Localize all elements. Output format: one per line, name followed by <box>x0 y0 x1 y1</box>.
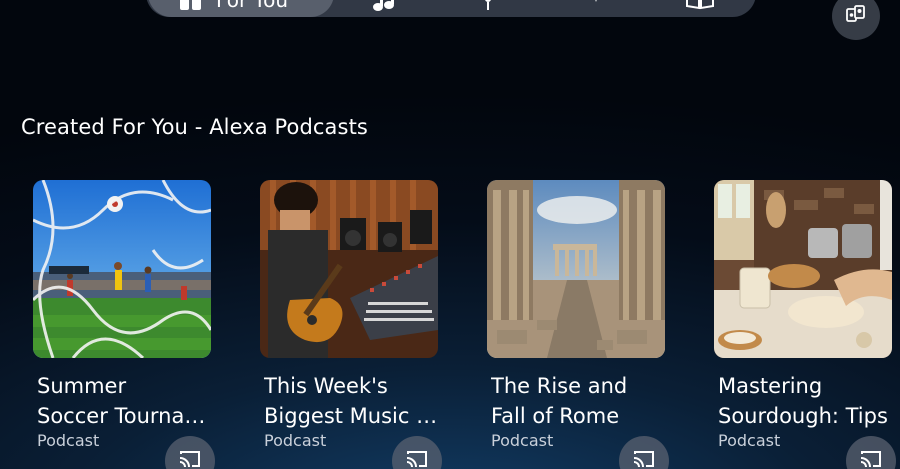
podcast-card[interactable]: This Week's Biggest Music News Podcast <box>260 180 460 469</box>
podcast-card[interactable]: Mastering Sourdough: Tips Podcast <box>714 180 900 469</box>
podcast-card[interactable]: Summer Soccer Tournament Podcast <box>33 180 233 469</box>
podcast-title: Summer Soccer Tournament <box>37 374 215 428</box>
tab-podcasts[interactable] <box>478 0 498 12</box>
tab-for-you-label: For You <box>216 0 289 12</box>
for-you-icon <box>178 0 206 12</box>
cast-icon <box>405 449 429 469</box>
podcast-title: The Rise and Fall of Rome <box>491 374 628 428</box>
tab-music[interactable] <box>372 0 398 12</box>
cast-button[interactable] <box>165 436 215 469</box>
profiles-icon <box>845 3 867 29</box>
cast-icon <box>859 449 883 469</box>
profile-switch-button[interactable] <box>832 0 880 40</box>
cast-icon <box>178 449 202 469</box>
podcast-title: Mastering Sourdough: Tips <box>718 374 888 428</box>
sparkle-icon <box>586 0 606 12</box>
tab-audiobooks[interactable] <box>686 0 714 12</box>
tab-for-you[interactable]: For You <box>178 0 288 12</box>
podcast-thumbnail-music[interactable] <box>260 180 438 358</box>
podcast-card[interactable]: The Rise and Fall of Rome Podcast <box>487 180 687 469</box>
podcast-thumbnail-sourdough[interactable] <box>714 180 892 358</box>
cast-button[interactable] <box>846 436 896 469</box>
podcast-title: This Week's Biggest Music News <box>264 374 442 428</box>
cast-button[interactable] <box>392 436 442 469</box>
podcast-subtitle: Podcast <box>264 431 327 450</box>
cast-icon <box>632 449 656 469</box>
podcast-subtitle: Podcast <box>37 431 100 450</box>
cast-button[interactable] <box>619 436 669 469</box>
microphone-icon <box>478 0 498 12</box>
tab-discover[interactable] <box>586 0 606 12</box>
music-note-icon <box>372 0 398 12</box>
podcast-thumbnail-rome[interactable] <box>487 180 665 358</box>
podcast-thumbnail-soccer[interactable] <box>33 180 211 358</box>
section-title: Created For You - Alexa Podcasts <box>21 115 368 139</box>
podcast-subtitle: Podcast <box>718 431 781 450</box>
book-icon <box>686 0 714 12</box>
podcast-subtitle: Podcast <box>491 431 554 450</box>
podcast-carousel: Summer Soccer Tournament Podcast <box>0 180 900 469</box>
